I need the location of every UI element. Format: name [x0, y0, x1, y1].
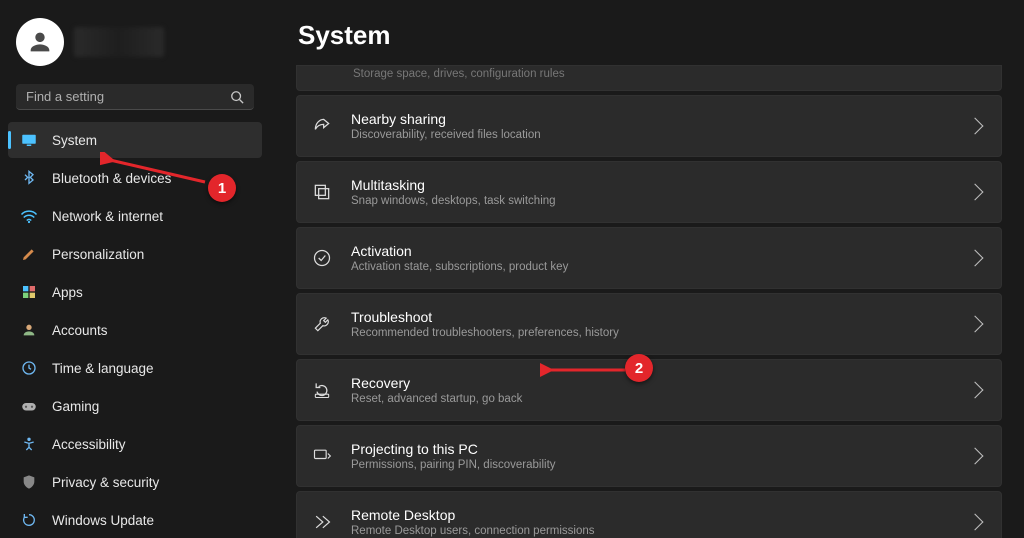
multitasking-icon — [311, 181, 333, 203]
page-title: System — [298, 20, 1006, 51]
avatar — [16, 18, 64, 66]
network-icon — [20, 207, 38, 225]
nav-item-apps[interactable]: Apps — [8, 274, 262, 310]
nav-item-gaming[interactable]: Gaming — [8, 388, 262, 424]
accessibility-icon — [20, 435, 38, 453]
nav-item-update[interactable]: Windows Update — [8, 502, 262, 538]
nav-item-accounts[interactable]: Accounts — [8, 312, 262, 348]
search-icon — [230, 90, 244, 104]
remote-icon — [311, 511, 333, 533]
main-content: System Storage space, drives, configurat… — [270, 0, 1024, 538]
card-subtitle: Discoverability, received files location — [351, 129, 969, 141]
search-input[interactable] — [26, 89, 230, 104]
system-icon — [20, 131, 38, 149]
chevron-right-icon — [967, 250, 984, 267]
chevron-right-icon — [967, 448, 984, 465]
card-activation[interactable]: Activation Activation state, subscriptio… — [296, 227, 1002, 289]
card-recovery[interactable]: Recovery Reset, advanced startup, go bac… — [296, 359, 1002, 421]
nav-item-bluetooth[interactable]: Bluetooth & devices — [8, 160, 262, 196]
search-box[interactable] — [16, 84, 254, 110]
chevron-right-icon — [967, 316, 984, 333]
card-title: Multitasking — [351, 177, 969, 193]
nav-item-network[interactable]: Network & internet — [8, 198, 262, 234]
nav-label: Accessibility — [52, 437, 126, 452]
card-title: Projecting to this PC — [351, 441, 969, 457]
nav-item-privacy[interactable]: Privacy & security — [8, 464, 262, 500]
card-title: Nearby sharing — [351, 111, 969, 127]
nav-item-system[interactable]: System — [8, 122, 262, 158]
card-projecting[interactable]: Projecting to this PC Permissions, pairi… — [296, 425, 1002, 487]
card-troubleshoot[interactable]: Troubleshoot Recommended troubleshooters… — [296, 293, 1002, 355]
sidebar: System Bluetooth & devices Network & int… — [0, 0, 270, 538]
card-subtitle: Activation state, subscriptions, product… — [351, 261, 969, 273]
card-subtitle: Storage space, drives, configuration rul… — [353, 68, 985, 80]
troubleshoot-icon — [311, 313, 333, 335]
share-icon — [311, 115, 333, 137]
recovery-icon — [311, 379, 333, 401]
accounts-icon — [20, 321, 38, 339]
card-remote-desktop[interactable]: Remote Desktop Remote Desktop users, con… — [296, 491, 1002, 538]
nav-label: Personalization — [52, 247, 144, 262]
gaming-icon — [20, 397, 38, 415]
nav-item-time[interactable]: Time & language — [8, 350, 262, 386]
card-subtitle: Reset, advanced startup, go back — [351, 393, 969, 405]
nav-label: Bluetooth & devices — [52, 171, 171, 186]
personalization-icon — [20, 245, 38, 263]
apps-icon — [20, 283, 38, 301]
nav-label: Gaming — [52, 399, 99, 414]
nav-label: Network & internet — [52, 209, 163, 224]
card-title: Activation — [351, 243, 969, 259]
time-icon — [20, 359, 38, 377]
projecting-icon — [311, 445, 333, 467]
cards-scroll[interactable]: Storage space, drives, configuration rul… — [296, 65, 1006, 538]
chevron-right-icon — [967, 382, 984, 399]
nav-label: Apps — [52, 285, 83, 300]
card-title: Recovery — [351, 375, 969, 391]
activation-icon — [311, 247, 333, 269]
bluetooth-icon — [20, 169, 38, 187]
card-subtitle: Snap windows, desktops, task switching — [351, 195, 969, 207]
card-multitasking[interactable]: Multitasking Snap windows, desktops, tas… — [296, 161, 1002, 223]
nav-label: Time & language — [52, 361, 154, 376]
update-icon — [20, 511, 38, 529]
card-nearby-sharing[interactable]: Nearby sharing Discoverability, received… — [296, 95, 1002, 157]
nav-label: System — [52, 133, 97, 148]
chevron-right-icon — [967, 184, 984, 201]
chevron-right-icon — [967, 118, 984, 135]
card-title: Remote Desktop — [351, 507, 969, 523]
nav-item-personalization[interactable]: Personalization — [8, 236, 262, 272]
card-storage-partial[interactable]: Storage space, drives, configuration rul… — [296, 65, 1002, 91]
card-title: Troubleshoot — [351, 309, 969, 325]
profile-row[interactable] — [8, 14, 262, 84]
user-icon — [26, 28, 54, 56]
card-subtitle: Recommended troubleshooters, preferences… — [351, 327, 969, 339]
card-subtitle: Remote Desktop users, connection permiss… — [351, 525, 969, 537]
card-subtitle: Permissions, pairing PIN, discoverabilit… — [351, 459, 969, 471]
privacy-icon — [20, 473, 38, 491]
chevron-right-icon — [967, 514, 984, 531]
nav-label: Accounts — [52, 323, 108, 338]
profile-name-redacted — [74, 27, 164, 57]
nav-list: System Bluetooth & devices Network & int… — [8, 122, 262, 538]
nav-label: Privacy & security — [52, 475, 159, 490]
nav-label: Windows Update — [52, 513, 154, 528]
nav-item-accessibility[interactable]: Accessibility — [8, 426, 262, 462]
